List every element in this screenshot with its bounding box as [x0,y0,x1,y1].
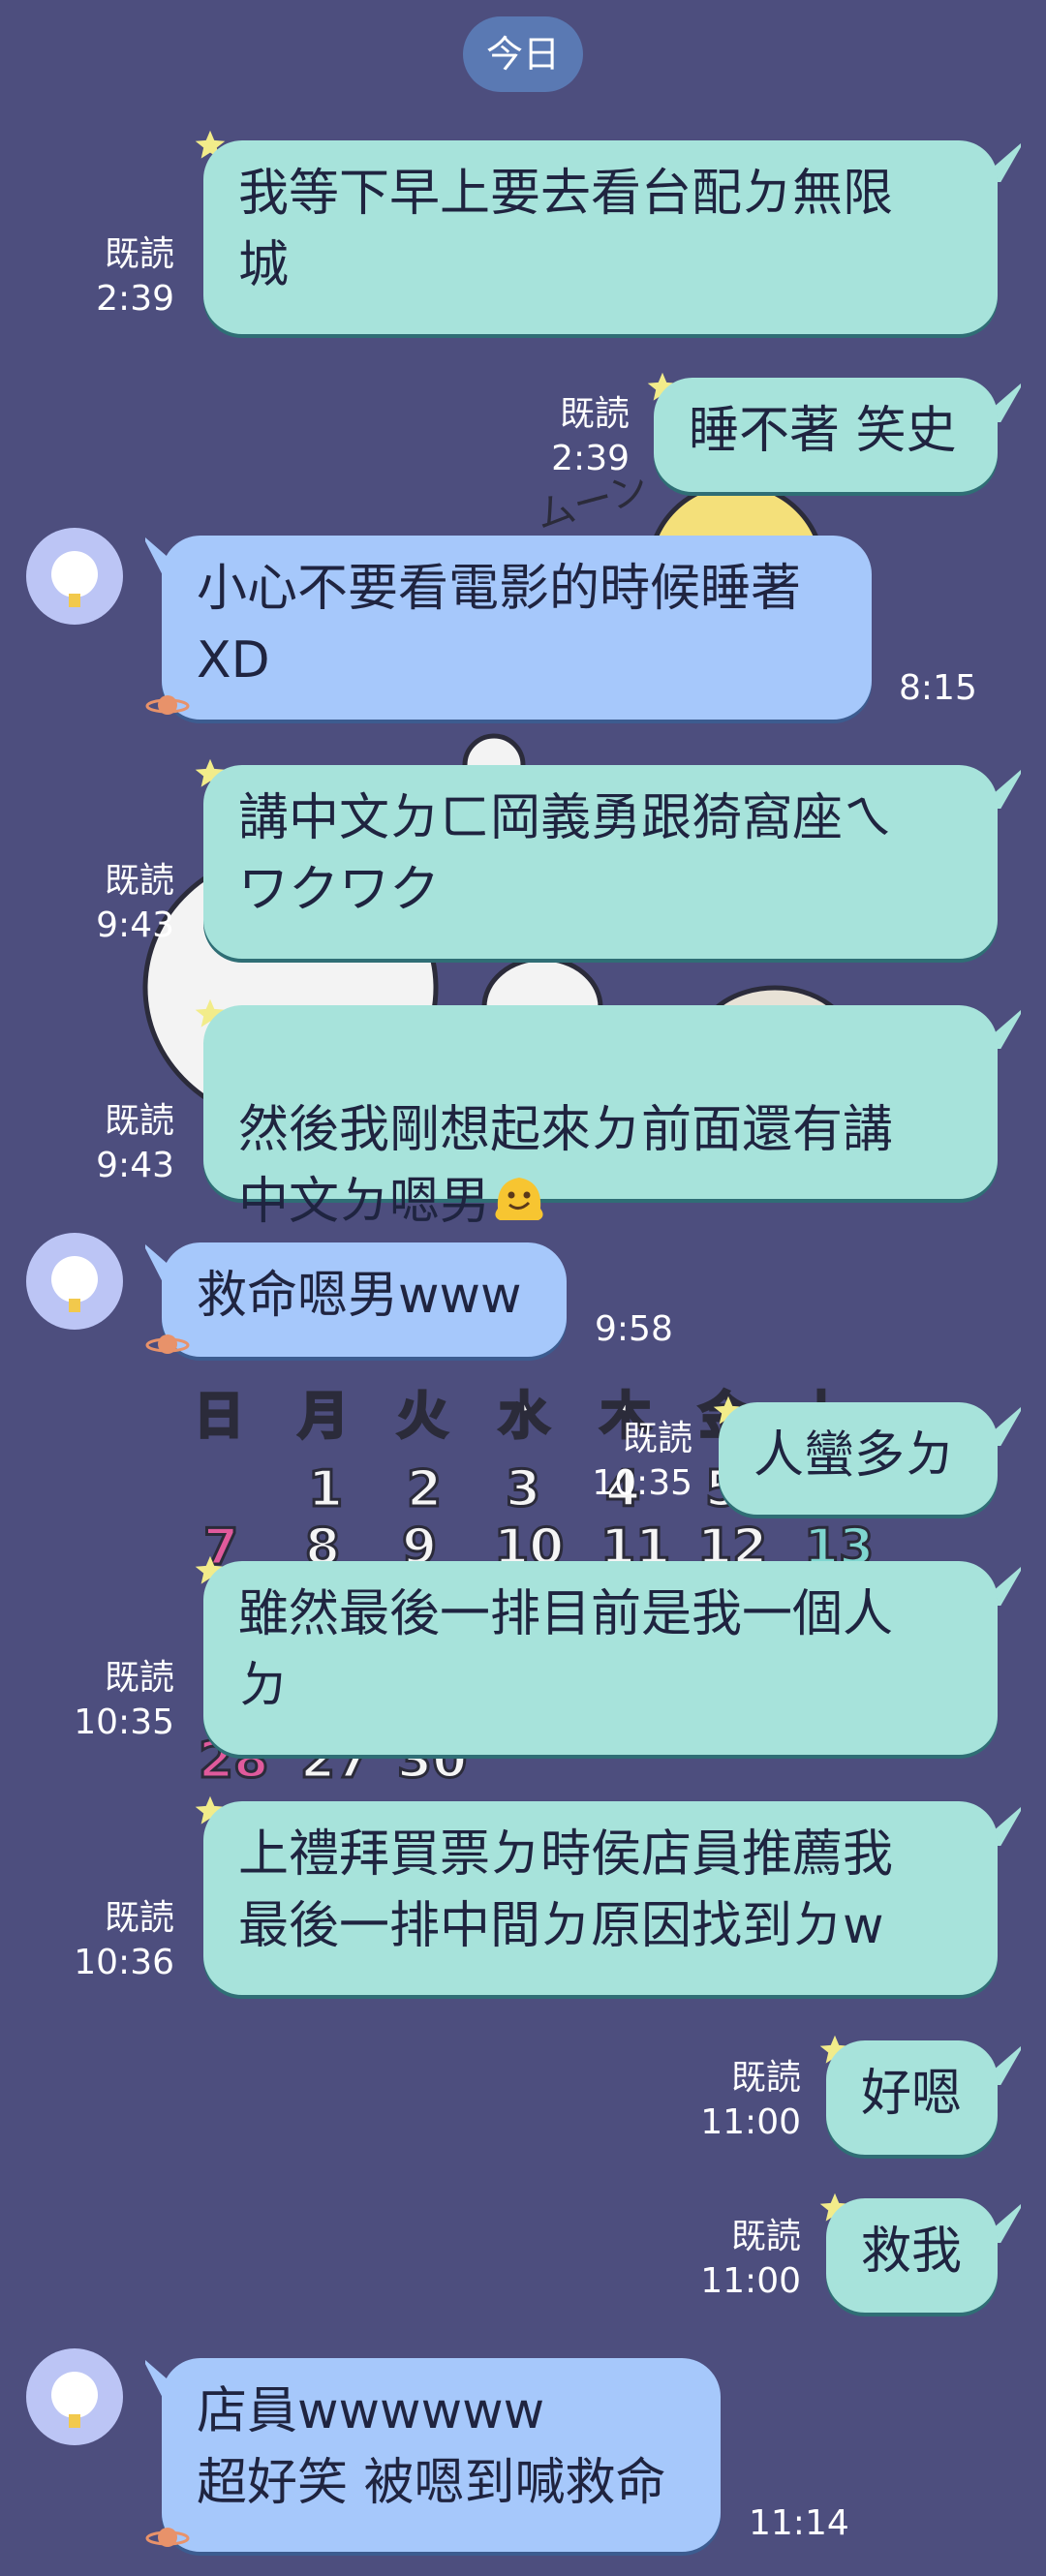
message-time: 2:39 [551,439,630,478]
calendar-weekday: 火 [397,1388,447,1446]
message-time: 8:15 [899,668,977,708]
message-bubble[interactable]: 上禮拜買票ㄉ時侯店員推薦我 最後一排中間ㄉ原因找到ㄉw [203,1801,998,1995]
calendar-weekday: 水 [499,1388,550,1446]
read-label: 既読 [622,1419,692,1458]
planet-icon [145,1327,190,1362]
read-label: 既読 [104,1898,174,1938]
message-bubble[interactable]: 然後我剛想起來ㄉ前面還有講 中文ㄉ嗯男 [203,1005,998,1231]
lightbulb-icon [51,2372,98,2428]
calendar-day: 3 [506,1460,540,1518]
calendar-weekday: 月 [298,1388,349,1446]
message-time: 9:43 [96,1146,174,1185]
planet-icon [145,688,190,722]
message-time: 11:00 [700,2102,801,2142]
read-label: 既読 [559,394,630,434]
message-time: 2:39 [96,279,174,319]
date-separator: 今日 [463,16,583,92]
read-receipt: 既読 9:43 [58,859,174,948]
message-time: 10:35 [74,1702,174,1742]
read-receipt: 既読 2:39 [58,232,174,322]
message-time: 11:14 [749,2503,849,2543]
read-label: 既読 [104,1101,174,1141]
read-receipt: 既読 10:36 [48,1896,174,1985]
avatar[interactable] [26,528,123,625]
message-bubble[interactable]: 好嗯 [826,2040,998,2155]
message-bubble[interactable]: 睡不著 笑史 [654,378,998,492]
lightbulb-icon [51,1256,98,1312]
avatar[interactable] [26,2348,123,2445]
read-label: 既読 [730,2217,801,2256]
message-time: 9:58 [595,1309,673,1349]
read-receipt: 既読 11:00 [692,2215,801,2304]
message-time: 10:35 [592,1463,692,1503]
read-receipt: 既読 11:00 [692,2056,801,2145]
read-receipt: 既読 9:43 [58,1099,174,1188]
message-bubble[interactable]: 救命嗯男www [162,1242,567,1357]
read-receipt: 既読 10:35 [586,1417,692,1506]
calendar-day: 1 [308,1460,343,1518]
message-time: 11:00 [700,2261,801,2301]
message-bubble[interactable]: 小心不要看電影的時候睡著 XD [162,536,872,720]
calendar-day: 2 [407,1460,442,1518]
message-bubble[interactable]: 講中文ㄉㄈ岡義勇跟猗窩座ㄟ ワクワク [203,765,998,959]
message-time: 10:36 [74,1943,174,1982]
message-bubble[interactable]: 我等下早上要去看台配ㄉ無限 城 [203,140,998,334]
message-time: 9:43 [96,905,174,945]
melting-face-icon [495,1178,543,1220]
avatar[interactable] [26,1233,123,1330]
read-label: 既読 [730,2058,801,2098]
read-label: 既読 [104,861,174,901]
read-receipt: 既読 2:39 [523,392,630,481]
message-bubble[interactable]: 人蠻多ㄉ [719,1402,998,1515]
read-receipt: 既読 10:35 [48,1656,174,1745]
read-label: 既読 [104,1658,174,1698]
read-label: 既読 [104,234,174,274]
message-bubble[interactable]: 店員wwwwww 超好笑 被嗯到喊救命 [162,2358,721,2552]
message-bubble[interactable]: 雖然最後一排目前是我一個人 ㄉ [203,1561,998,1755]
lightbulb-icon [51,551,98,607]
calendar-weekday: 日 [194,1388,244,1446]
message-bubble[interactable]: 救我 [826,2198,998,2313]
planet-icon [145,2520,190,2555]
